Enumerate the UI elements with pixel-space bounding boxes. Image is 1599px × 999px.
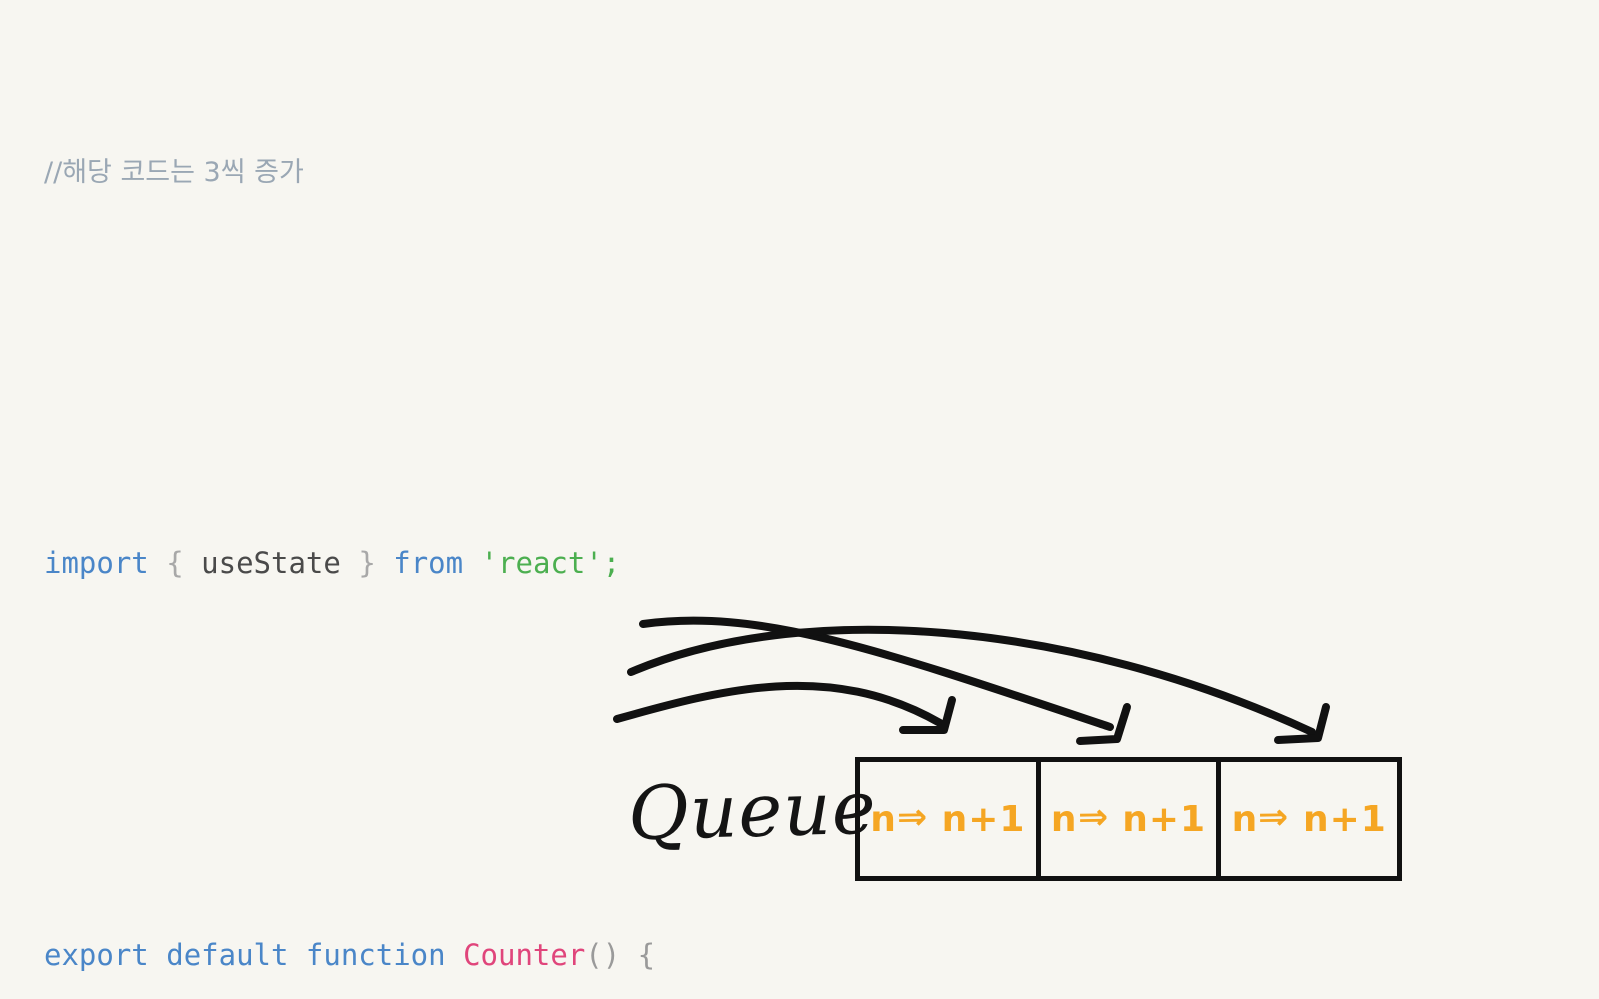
queue-cell-2-arrow-icon: ⇒ <box>1077 796 1110 838</box>
queue-cell-3-arrow-icon: ⇒ <box>1257 796 1290 838</box>
keyword-from: from <box>393 546 464 580</box>
slide-canvas: //해당 코드는 3씩 증가 import { useState } from … <box>0 0 1599 999</box>
queue-cell-1-n: n <box>870 798 897 840</box>
brace-open: { <box>166 546 184 580</box>
code-line-3: import { useState } from 'react'; <box>0 539 1599 588</box>
code-line-5: export default function Counter() { <box>0 931 1599 980</box>
queue-label: Queue <box>626 764 878 858</box>
queue-cell-1-result: n+1 <box>941 798 1026 840</box>
keyword-export: export <box>44 938 149 972</box>
brace-close: } <box>358 546 376 580</box>
string-react: 'react'; <box>480 546 621 580</box>
queue-cell-3: n ⇒ n+1 <box>1221 762 1397 876</box>
keyword-function: function <box>305 938 446 972</box>
queue-cell-2: n ⇒ n+1 <box>1041 762 1222 876</box>
queue-cell-1-arrow-icon: ⇒ <box>896 796 929 838</box>
function-name-counter: Counter <box>463 938 586 972</box>
keyword-default: default <box>166 938 289 972</box>
code-line-1: //해당 코드는 3씩 증가 <box>0 147 1599 196</box>
queue-cell-3-n: n <box>1231 798 1259 840</box>
counter-signature-tail: () { <box>585 938 656 972</box>
identifier-usestate: useState <box>201 546 341 580</box>
keyword-import: import <box>44 546 149 580</box>
queue-cell-2-result: n+1 <box>1122 798 1207 840</box>
queue-cell-2-n: n <box>1050 798 1078 840</box>
queue-cell-1: n ⇒ n+1 <box>860 762 1041 876</box>
queue-diagram: n ⇒ n+1 n ⇒ n+1 n ⇒ n+1 <box>855 757 1402 881</box>
comment-top: //해당 코드는 3씩 증가 <box>44 157 304 188</box>
queue-cell-3-result: n+1 <box>1302 798 1387 840</box>
